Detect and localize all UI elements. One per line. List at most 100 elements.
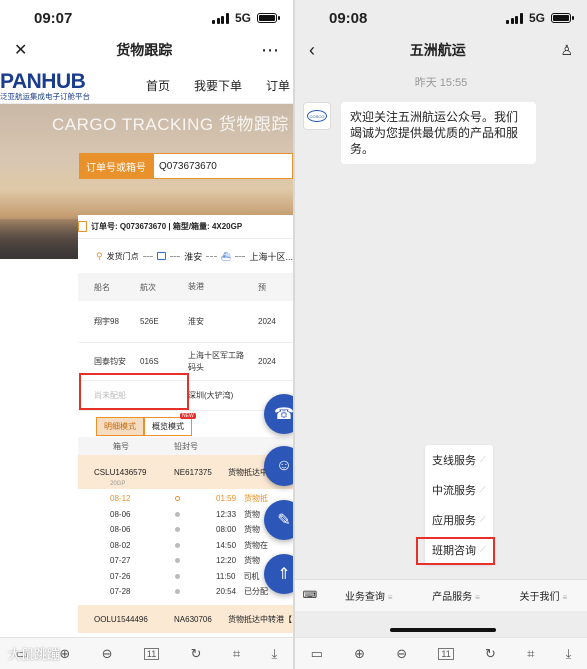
- cell-ship: 国泰钧安: [94, 357, 126, 366]
- event-time: 12:20: [216, 556, 237, 566]
- zoom-in-icon[interactable]: ⊕: [354, 646, 365, 662]
- menu-item-application[interactable]: 应用服务 ⟋: [425, 505, 493, 535]
- th-voyage: 航次: [140, 282, 156, 292]
- tracking-search: 订单号或箱号 Q073673670: [79, 153, 293, 179]
- cell-port: 淮安: [188, 316, 204, 326]
- network-label: 5G: [528, 11, 545, 25]
- cell-eta: 2024: [258, 357, 276, 366]
- more-icon[interactable]: ⋯: [261, 40, 279, 61]
- event-row: 08-06 12:33 货物: [78, 507, 293, 523]
- profile-icon[interactable]: ♙: [560, 42, 573, 59]
- event-time: 08:00: [216, 525, 237, 535]
- cell-ship: 翔宇98: [94, 317, 119, 326]
- event-desc: 货物: [244, 556, 261, 566]
- cell-port: 上海十区军工路码头: [188, 350, 244, 372]
- event-time: 01:59: [216, 494, 237, 504]
- route-line: ⚲ 发货门点 淮安 ⛴ 上海十区...: [78, 239, 293, 273]
- th-ship: 船名: [94, 282, 110, 292]
- page-number[interactable]: 11: [438, 647, 454, 660]
- nav-home[interactable]: 首页: [146, 77, 170, 94]
- menu-label: 应用服务: [432, 515, 476, 527]
- signal-icon: [212, 12, 229, 24]
- browser-toolbar: ▭ ⊕ ⊖ 11 ↻ ⌗ ⤓: [295, 637, 587, 669]
- event-desc: 货物在: [244, 540, 269, 550]
- event-desc: 货物: [244, 525, 261, 535]
- route-mid: 淮安: [184, 251, 203, 262]
- crop-icon[interactable]: ⌗: [527, 646, 534, 662]
- page-number[interactable]: 11: [143, 647, 160, 660]
- container-table-header: 箱号 铅封号: [78, 437, 293, 455]
- rotate-icon[interactable]: ↻: [191, 646, 202, 662]
- event-date: 08-06: [110, 509, 131, 519]
- event-row: 07-28 20:54 已分配: [78, 584, 293, 600]
- truck-icon: [157, 252, 166, 260]
- status-bar: 09:07 5G: [0, 0, 293, 36]
- zoom-out-icon[interactable]: ⊖: [396, 646, 407, 662]
- screen-icon[interactable]: ▭: [311, 646, 323, 662]
- menu-label: 中流服务: [432, 485, 476, 497]
- home-indicator: [390, 628, 496, 632]
- search-input[interactable]: Q073673670: [153, 153, 293, 179]
- search-type-select[interactable]: 订单号或箱号: [79, 153, 153, 179]
- menu-product-service[interactable]: 产品服务 ≡: [412, 588, 499, 603]
- keyboard-icon[interactable]: ⌨: [295, 590, 325, 601]
- link-icon: ⟋: [480, 485, 486, 494]
- order-info: 订单号: Q073673670 | 箱型/箱量: 4X20GP: [91, 222, 243, 231]
- highlight-box: [416, 537, 495, 565]
- network-label: 5G: [234, 11, 251, 25]
- cell-voyage: 016S: [140, 357, 159, 366]
- menu-label: 产品服务: [432, 592, 473, 603]
- tab-overview-mode[interactable]: 概览模式: [144, 416, 192, 436]
- battery-icon: [257, 13, 280, 23]
- container-row[interactable]: CSLU1436579 NE617375 货物抵达中 20GP: [78, 455, 293, 489]
- event-time: 20:54: [216, 587, 237, 597]
- signal-icon: [506, 12, 523, 24]
- th-port: 装港: [188, 282, 204, 291]
- battery-icon: [551, 13, 574, 23]
- order-line: 订单号: Q073673670 | 箱型/箱量: 4X20GP: [78, 215, 293, 239]
- container-size: 20GP: [110, 481, 126, 487]
- event-time: 14:50: [216, 540, 237, 550]
- close-icon[interactable]: ✕: [14, 40, 27, 60]
- logo-subtitle: 泛亚航运集成电子订舱平台: [0, 91, 90, 101]
- menu-item-feeder[interactable]: 支线服务 ⟋: [425, 445, 493, 475]
- route-end: 上海十区...: [249, 251, 293, 262]
- hero-title: CARGO TRACKING 货物跟踪: [52, 115, 289, 134]
- event-row: 08-12 01:59 货物抵: [78, 491, 293, 507]
- view-mode-tabs: 明细模式 概览模式 NEW: [78, 413, 293, 437]
- message-bubble: 欢迎关注五洲航运公众号。我们竭诚为您提供最优质的产品和服务。: [341, 102, 536, 164]
- panhub-logo[interactable]: PANHUB 泛亚航运集成电子订舱平台: [0, 71, 108, 101]
- left-screen: 09:07 5G ✕ 货物跟踪 ⋯ PANHUB 泛亚航运集成电子订舱平台 首页…: [0, 0, 293, 669]
- tab-detail-mode[interactable]: 明细模式: [96, 416, 144, 436]
- right-screen: 09:08 5G ‹ 五洲航运 ♙ 昨天 15:55 COSCO 欢迎关注五洲航…: [295, 0, 587, 669]
- page-title: 货物跟踪: [116, 42, 173, 58]
- nav-order[interactable]: 我要下单: [194, 77, 242, 94]
- zoom-out-icon[interactable]: ⊖: [102, 646, 113, 662]
- crop-icon[interactable]: ⌗: [233, 646, 240, 662]
- site-header: PANHUB 泛亚航运集成电子订舱平台 首页 我要下单 订单: [0, 64, 293, 104]
- event-date: 07-28: [110, 587, 131, 597]
- event-time: 12:33: [216, 509, 237, 519]
- menu-label: 业务查询: [344, 592, 385, 603]
- container-row[interactable]: OOLU1544496 NA630706 货物抵达中转港【: [78, 605, 293, 633]
- back-icon[interactable]: ‹: [309, 40, 315, 61]
- zoom-in-icon[interactable]: ⊕: [59, 646, 70, 662]
- container-status: 货物抵达中: [228, 467, 268, 477]
- menu-item-midstream[interactable]: 中流服务 ⟋: [425, 475, 493, 505]
- event-date: 08-06: [110, 525, 131, 535]
- nav-orders[interactable]: 订单: [266, 77, 290, 94]
- rotate-icon[interactable]: ↻: [485, 646, 496, 662]
- menu-about-us[interactable]: 关于我们 ≡: [500, 588, 587, 603]
- cosco-logo: COSCO: [307, 110, 327, 122]
- download-icon[interactable]: ⤓: [272, 646, 278, 662]
- seal-no: NE617375: [174, 467, 212, 477]
- avatar[interactable]: COSCO: [303, 102, 331, 130]
- logo-text: PANHUB: [0, 69, 86, 93]
- event-desc: 司机: [243, 571, 260, 581]
- th-seal: 铅封号: [174, 441, 198, 451]
- menu-label: 关于我们: [519, 592, 560, 603]
- download-icon[interactable]: ⤓: [566, 646, 572, 662]
- event-desc: 货物: [244, 509, 261, 519]
- menu-business-query[interactable]: 业务查询 ≡: [325, 588, 412, 603]
- route-start: 发货门点: [106, 251, 139, 261]
